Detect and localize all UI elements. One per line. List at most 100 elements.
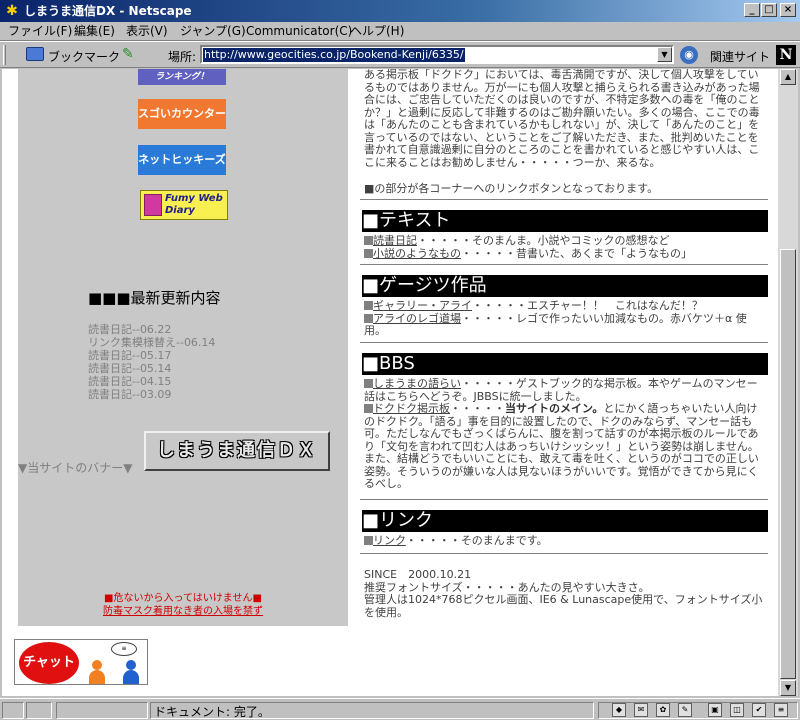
menu-file[interactable]: ファイル(F) [8, 24, 72, 39]
tray-icon[interactable]: ≡ [774, 703, 788, 717]
page-proxy-icon[interactable]: ✎ [122, 46, 136, 62]
security-lock-icon[interactable] [2, 702, 24, 719]
square-link-button[interactable] [364, 404, 373, 413]
divider [360, 199, 768, 201]
status-text: ドキュメント: 完了。 [154, 705, 270, 719]
chat-label: チャット [19, 642, 79, 684]
location-label: 場所: [168, 50, 197, 64]
toolbar-grip[interactable] [3, 45, 6, 65]
list-item: リンク集模様替え--06.14 [88, 336, 216, 349]
person-icon [123, 660, 139, 684]
scroll-down-icon[interactable]: ▼ [780, 680, 796, 696]
link-dokudoku-bbs[interactable]: ドクドク掲示板 [373, 402, 450, 415]
list-item: 読書日記--04.15 [88, 375, 172, 388]
tray-icon[interactable]: ✔ [752, 703, 766, 717]
net-hikkies-button[interactable]: ネットヒッキーズ [138, 145, 226, 175]
section-heading-text: ■テキスト [362, 210, 768, 232]
bookmark-icon[interactable] [26, 47, 44, 61]
item-description: ・・・・・そのまんまです。 [405, 534, 548, 547]
fumy-label: Fumy Web Diary [165, 193, 223, 216]
related-sites-button[interactable]: 関連サイト [710, 48, 770, 65]
section-text-body: 読書日記・・・・・そのまんま。小説やコミックの感想など 小説のようなもの・・・・… [364, 234, 764, 261]
list-item: 読書日記--05.14 [88, 362, 172, 375]
item-emphasis: 当サイトのメイン。 [505, 402, 604, 415]
menu-view[interactable]: 表示(V) [126, 24, 168, 39]
divider [360, 499, 768, 501]
site-banner-image[interactable]: しまうま通信ＤＸ [144, 431, 330, 471]
warning-link[interactable]: 防毒マスク着用なき者の入場を禁ず [18, 602, 348, 617]
section-art-body: ギャラリー・アライ・・・・・エスチャー！！ これはなんだ！？ アライのレゴ道場・… [364, 299, 764, 338]
minimize-button[interactable]: _ [744, 3, 760, 17]
tray-icon[interactable]: ◫ [730, 703, 744, 717]
link-novel[interactable]: 小説のようなもの [373, 247, 461, 260]
square-link-button[interactable] [364, 301, 373, 310]
section-link-body: リンク・・・・・そのまんまです。 [364, 534, 764, 548]
component-bar [598, 702, 798, 719]
composer-icon[interactable]: ✎ [678, 703, 692, 717]
scroll-up-icon[interactable]: ▲ [780, 69, 796, 85]
list-item: 小説のようなもの・・・・・昔書いた、あくまで「ようなもの」 [364, 246, 764, 261]
pencil-icon [144, 194, 162, 216]
intro-paragraph: ある掲示板「ドクドク」においては、毒舌満開ですが、決して個人攻撃をしているもので… [364, 69, 760, 169]
close-button[interactable]: × [780, 3, 796, 17]
latest-updates-heading: ■■■最新更新内容 [88, 289, 221, 307]
netscape-app-icon[interactable]: ✱ [4, 3, 20, 19]
menu-edit[interactable]: 編集(E) [74, 24, 115, 39]
link-gallery-arai[interactable]: ギャラリー・アライ [373, 299, 472, 312]
link-shimauma-guestbook[interactable]: しまうまの語らい [373, 377, 461, 390]
bookmarks-button[interactable]: ブックマーク [48, 48, 120, 65]
since-date: SINCE 2000.10.21 [364, 568, 472, 581]
divider [360, 264, 768, 266]
speech-bubble-icon: ≡ [111, 642, 137, 656]
url-field[interactable]: http://www.geocities.co.jp/Bookend-Kenji… [200, 45, 674, 64]
url-text[interactable]: http://www.geocities.co.jp/Bookend-Kenji… [203, 48, 465, 62]
navigator-icon[interactable]: ◆ [612, 703, 626, 717]
left-sidebar: ランキング！ スゴいカウンター ネットヒッキーズ Fumy Web Diary … [18, 69, 348, 626]
url-dropdown-icon[interactable]: ▼ [657, 47, 672, 62]
sugoi-counter-button[interactable]: スゴいカウンター [138, 99, 226, 129]
square-link-button[interactable] [364, 248, 373, 258]
news-icon[interactable]: ✿ [656, 703, 670, 717]
list-item: しまうまの語らい・・・・・ゲストブック的な掲示板。本やゲームのマンセー話はこちら… [364, 377, 764, 403]
link-lego-dojo[interactable]: アライのレゴ道場 [373, 312, 461, 325]
mail-icon[interactable]: ✉ [634, 703, 648, 717]
related-sites-icon[interactable]: ◉ [680, 46, 698, 64]
link-links[interactable]: リンク [373, 534, 406, 547]
status-bar: ドキュメント: 完了。 ◆ ✉ ✿ ✎ ▣ ◫ ✔ ≡ [0, 698, 800, 720]
netscape-logo[interactable]: N [776, 45, 796, 65]
link-reading-diary[interactable]: 読書日記 [373, 234, 417, 247]
scroll-thumb[interactable] [780, 249, 796, 679]
list-item: 読書日記--03.09 [88, 388, 172, 401]
connection-icon[interactable] [26, 702, 52, 719]
menu-go[interactable]: ジャンプ(G) [180, 24, 246, 39]
list-item: アライのレゴ道場・・・・・レゴで作ったいい加減なもの。赤バケツ＋α 使用。 [364, 312, 764, 338]
page-viewport: ランキング！ スゴいカウンター ネットヒッキーズ Fumy Web Diary … [2, 69, 778, 696]
divider [360, 342, 768, 344]
ranking-banner[interactable]: ランキング！ [138, 69, 226, 85]
item-separator: ・・・・・ [450, 402, 505, 415]
list-item: ドクドク掲示板・・・・・当サイトのメイン。とにかく語っちゃいたい人向けのドクドク… [364, 402, 764, 491]
square-link-button[interactable] [364, 313, 373, 323]
menu-help[interactable]: ヘルプ(H) [350, 24, 404, 39]
menu-communicator[interactable]: Communicator(C) [246, 24, 352, 39]
divider [360, 553, 768, 555]
list-item: リンク・・・・・そのまんまです。 [364, 534, 764, 548]
item-description: ・・・・・昔書いた、あくまで「ようなもの」 [461, 246, 692, 260]
vertical-scrollbar[interactable]: ▲ ▼ [778, 69, 798, 696]
list-item: 読書日記--05.17 [88, 349, 172, 362]
fumy-web-diary-button[interactable]: Fumy Web Diary [140, 190, 228, 220]
item-description: ・・・・・そのまんま。小説やコミックの感想など [417, 234, 670, 247]
section-heading-link: ■リンク [362, 510, 768, 532]
tray-icon[interactable]: ▣ [708, 703, 722, 717]
list-item: 読書日記--06.22 [88, 323, 172, 336]
maximize-button[interactable]: □ [761, 3, 777, 17]
site-banner-label: ▼当サイトのバナー▼ [18, 461, 133, 475]
square-link-button[interactable] [364, 236, 373, 245]
chat-banner[interactable]: チャット ≡ [14, 639, 148, 685]
environment-note: 管理人は1024*768ピクセル画面、IE6 & Lunascape使用で、フォ… [364, 593, 763, 619]
square-link-button[interactable] [364, 536, 373, 545]
item-description: とにかく語っちゃいたい人向けのドクドク。「語る」事を目的に設置したので、ドクのみ… [364, 402, 759, 490]
square-link-button[interactable] [364, 379, 373, 388]
progress-pane [56, 702, 148, 719]
latest-updates-list: 読書日記--06.22 リンク集模様替え--06.14 読書日記--05.17 … [88, 323, 288, 401]
